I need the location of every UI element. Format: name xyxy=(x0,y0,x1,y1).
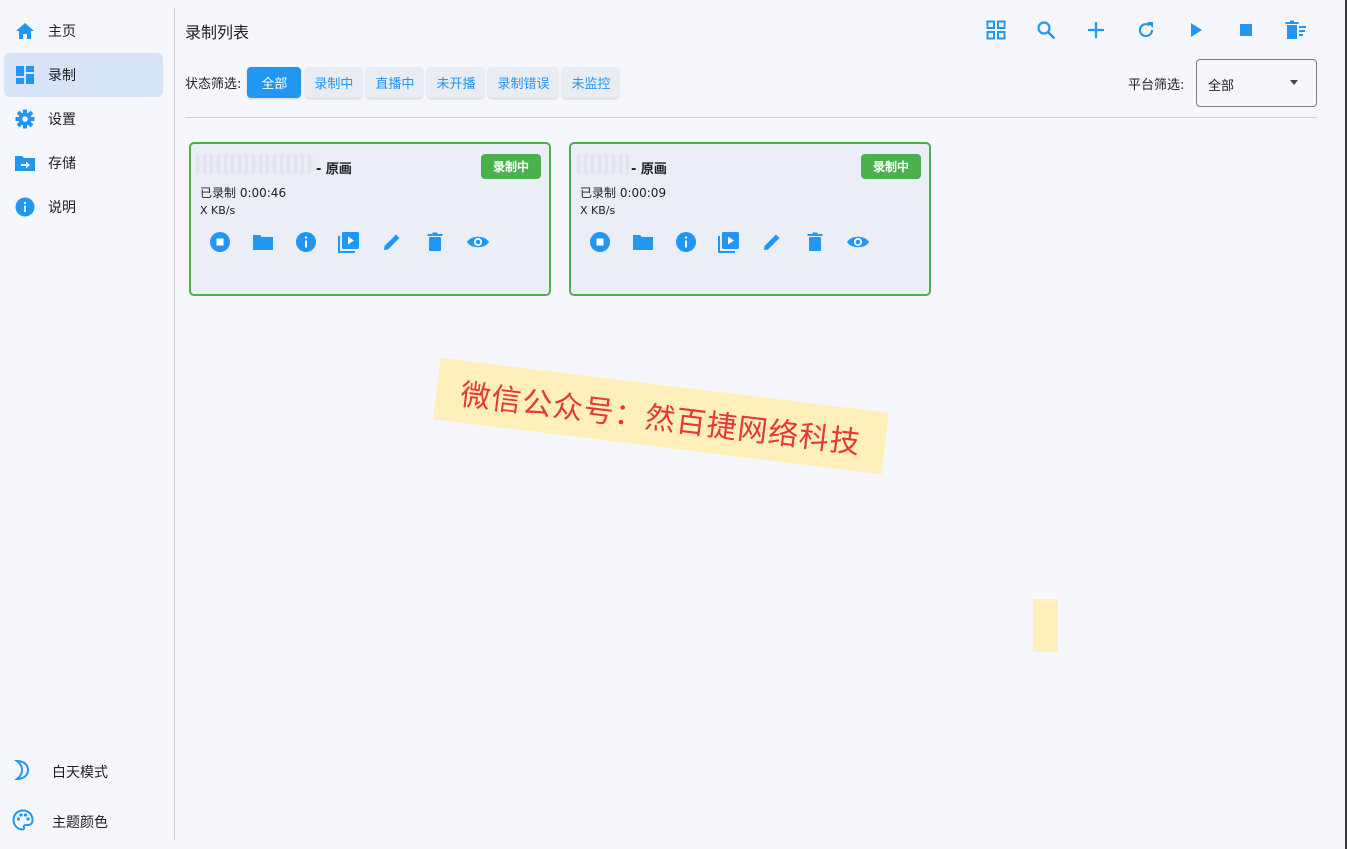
pencil-icon xyxy=(764,234,780,250)
sidebar-item-help[interactable]: 说明 xyxy=(4,185,163,229)
status-badge: 录制中 xyxy=(481,154,541,179)
open-folder-button[interactable] xyxy=(630,229,656,255)
filter-chip-unmonitored[interactable]: 未监控 xyxy=(562,67,620,98)
preview-button[interactable] xyxy=(336,229,362,255)
platform-select[interactable]: 全部 xyxy=(1196,59,1317,107)
stop-circle-icon xyxy=(210,232,230,252)
trash-icon xyxy=(427,232,443,251)
info-icon xyxy=(676,232,696,252)
view-button[interactable] xyxy=(845,229,871,255)
open-folder-button[interactable] xyxy=(250,229,276,255)
toolbar xyxy=(982,16,1332,44)
platform-select-value: 全部 xyxy=(1208,79,1235,94)
sidebar-item-label: 设置 xyxy=(48,112,76,128)
info-button[interactable] xyxy=(293,229,319,255)
filter-chip-live[interactable]: 直播中 xyxy=(366,67,424,98)
sidebar-item-label: 主页 xyxy=(48,24,76,40)
eye-icon xyxy=(847,236,869,248)
edit-button[interactable] xyxy=(759,229,785,255)
stop-recording-button[interactable] xyxy=(207,229,233,255)
video-library-icon xyxy=(338,232,359,253)
moon-icon xyxy=(12,759,34,785)
stop-icon xyxy=(1240,24,1252,36)
day-mode-toggle[interactable]: 白天模式 xyxy=(12,759,108,785)
palette-icon xyxy=(12,809,34,835)
pencil-icon xyxy=(384,234,400,250)
day-mode-label: 白天模式 xyxy=(52,765,108,781)
delete-list-icon xyxy=(1285,20,1306,39)
theme-color-label: 主题颜色 xyxy=(52,815,108,831)
recording-card[interactable]: - 原画 录制中 已录制 0:00:09 X KB/s xyxy=(569,142,931,296)
header-divider xyxy=(185,117,1317,118)
eye-icon xyxy=(467,236,489,248)
recorded-duration: 已录制 0:00:46 xyxy=(200,186,287,200)
stop-circle-icon xyxy=(590,232,610,252)
info-icon xyxy=(14,196,36,218)
search-button[interactable] xyxy=(1032,16,1060,44)
grid-view-button[interactable] xyxy=(982,16,1010,44)
start-all-button[interactable] xyxy=(1182,16,1210,44)
folder-icon xyxy=(633,235,653,250)
status-filter: 状态筛选: 全部 录制中 直播中 未开播 录制错误 未监控 xyxy=(185,67,623,98)
search-icon xyxy=(1037,21,1056,40)
page-title: 录制列表 xyxy=(185,23,250,42)
grid-icon xyxy=(986,20,1006,40)
folder-arrow-icon xyxy=(14,152,36,174)
watermark-patch xyxy=(1033,599,1058,652)
trash-icon xyxy=(807,232,823,251)
caret-down-icon xyxy=(1290,80,1298,85)
filter-chip-error[interactable]: 录制错误 xyxy=(488,67,559,98)
delete-button[interactable] xyxy=(422,229,448,255)
sidebar: 主页 录制 设置 存储 说明 白天模式 主题颜色 xyxy=(0,0,174,849)
theme-color-button[interactable]: 主题颜色 xyxy=(12,809,108,835)
status-filter-label: 状态筛选: xyxy=(185,77,242,92)
streamer-name-blurred xyxy=(577,154,629,174)
info-icon xyxy=(296,232,316,252)
filter-chip-recording[interactable]: 录制中 xyxy=(305,67,363,98)
sidebar-item-label: 说明 xyxy=(48,200,76,216)
stream-quality: - 原画 xyxy=(316,162,352,177)
plus-icon xyxy=(1088,22,1104,38)
sidebar-divider xyxy=(174,8,175,840)
recorded-duration: 已录制 0:00:09 xyxy=(580,186,667,200)
recording-speed: X KB/s xyxy=(580,204,616,217)
card-actions xyxy=(207,229,508,255)
recording-card[interactable]: - 原画 录制中 已录制 0:00:46 X KB/s xyxy=(189,142,551,296)
info-button[interactable] xyxy=(673,229,699,255)
stream-quality: - 原画 xyxy=(631,162,667,177)
refresh-icon xyxy=(1138,22,1154,38)
sidebar-item-home[interactable]: 主页 xyxy=(4,9,163,53)
sidebar-item-storage[interactable]: 存储 xyxy=(4,141,163,185)
stop-all-button[interactable] xyxy=(1232,16,1260,44)
recording-speed: X KB/s xyxy=(200,204,236,217)
card-actions xyxy=(587,229,888,255)
filter-chip-not-started[interactable]: 未开播 xyxy=(427,67,485,98)
sidebar-item-record[interactable]: 录制 xyxy=(4,53,163,97)
status-badge: 录制中 xyxy=(861,154,921,179)
add-button[interactable] xyxy=(1082,16,1110,44)
delete-list-button[interactable] xyxy=(1282,16,1310,44)
refresh-button[interactable] xyxy=(1132,16,1160,44)
folder-icon xyxy=(253,235,273,250)
gear-icon xyxy=(14,108,36,130)
platform-filter-label: 平台筛选: xyxy=(1128,78,1185,93)
sidebar-item-settings[interactable]: 设置 xyxy=(4,97,163,141)
play-icon xyxy=(1191,23,1202,37)
watermark: 微信公众号：然百捷网络科技 xyxy=(432,357,890,475)
dashboard-icon xyxy=(14,64,36,86)
sidebar-item-label: 录制 xyxy=(48,68,76,84)
home-icon xyxy=(14,20,36,42)
sidebar-item-label: 存储 xyxy=(48,156,76,172)
streamer-name-blurred xyxy=(196,154,314,174)
delete-button[interactable] xyxy=(802,229,828,255)
preview-button[interactable] xyxy=(716,229,742,255)
view-button[interactable] xyxy=(465,229,491,255)
video-library-icon xyxy=(718,232,739,253)
stop-recording-button[interactable] xyxy=(587,229,613,255)
edit-button[interactable] xyxy=(379,229,405,255)
filter-chip-all[interactable]: 全部 xyxy=(247,67,302,98)
